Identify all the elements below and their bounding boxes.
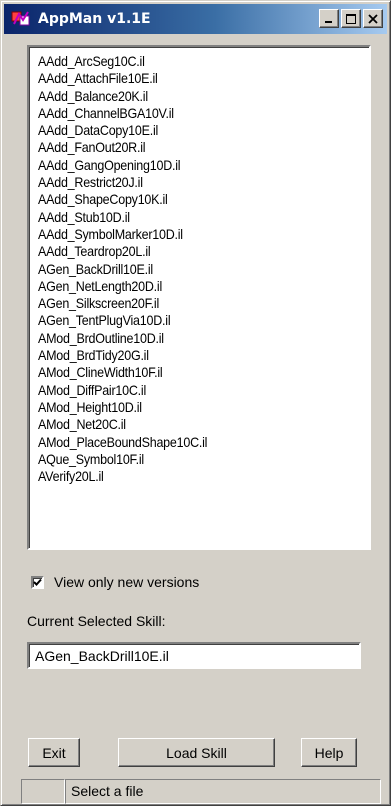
skill-file-list[interactable]: AAdd_ArcSeg10C.il AAdd_AttachFile10E.il AA… — [27, 45, 371, 550]
list-item[interactable]: AAdd_ArcSeg10C.il — [38, 53, 343, 70]
list-item[interactable]: AMod_Height10D.il — [38, 399, 343, 416]
list-item[interactable]: AMod_BrdOutline10D.il — [38, 330, 343, 347]
list-item[interactable]: AMod_BrdTidy20G.il — [38, 347, 343, 364]
list-item[interactable]: AAdd_AttachFile10E.il — [38, 70, 343, 87]
list-item[interactable]: AQue_Symbol10F.il — [38, 451, 343, 468]
maximize-icon — [346, 13, 356, 24]
exit-button[interactable]: Exit — [28, 738, 80, 767]
list-item[interactable]: AAdd_GangOpening10D.il — [38, 157, 343, 174]
list-item[interactable]: AAdd_SymbolMarker10D.il — [38, 226, 343, 243]
minimize-button[interactable] — [319, 9, 339, 28]
status-bar: Select a file — [21, 779, 381, 804]
view-only-new-label[interactable]: View only new versions — [54, 574, 199, 590]
current-skill-field[interactable]: AGen_BackDrill10E.il — [27, 642, 361, 669]
minimize-icon — [325, 20, 332, 23]
list-item[interactable]: AAdd_FanOut20R.il — [38, 139, 343, 156]
status-message: Select a file — [65, 779, 381, 804]
view-only-new-checkbox[interactable] — [31, 575, 44, 589]
list-item[interactable]: AAdd_Teardrop20L.il — [38, 243, 343, 260]
checkmark-icon — [33, 578, 42, 586]
list-item[interactable]: AGen_Silkscreen20F.il — [38, 295, 343, 312]
list-item[interactable]: AAdd_Restrict20J.il — [38, 174, 343, 191]
list-item[interactable]: AGen_TentPlugVia10D.il — [38, 312, 343, 329]
close-icon — [368, 13, 378, 24]
list-item[interactable]: AAdd_ChannelBGA10V.il — [38, 105, 343, 122]
list-item[interactable]: AGen_BackDrill10E.il — [38, 261, 343, 278]
close-button[interactable] — [363, 9, 383, 28]
window-controls — [317, 9, 383, 28]
appman-app-icon[interactable] — [10, 8, 32, 30]
list-item[interactable]: AAdd_ShapeCopy10K.il — [38, 191, 343, 208]
list-item[interactable]: AMod_DiffPair10C.il — [38, 382, 343, 399]
list-item[interactable]: AAdd_DataCopy10E.il — [38, 122, 343, 139]
view-only-new-option[interactable]: View only new versions — [31, 574, 199, 590]
maximize-button[interactable] — [341, 9, 361, 28]
current-skill-label: Current Selected Skill: — [27, 613, 166, 629]
list-item[interactable]: AMod_ClineWidth10F.il — [38, 364, 343, 381]
load-skill-button[interactable]: Load Skill — [118, 738, 275, 767]
title-bar[interactable]: AppMan v1.1E — [4, 4, 387, 34]
list-item[interactable]: AMod_PlaceBoundShape10C.il — [38, 434, 343, 451]
list-item[interactable]: AMod_Net20C.il — [38, 416, 343, 433]
status-pane-blank — [21, 779, 65, 804]
help-button[interactable]: Help — [301, 738, 357, 767]
window-title: AppMan v1.1E — [38, 11, 151, 27]
list-item[interactable]: AAdd_Stub10D.il — [38, 209, 343, 226]
list-item[interactable]: AAdd_Balance20K.il — [38, 88, 343, 105]
app-window: AppMan v1.1E AAdd_ArcSeg10C.il AAdd_Attac… — [0, 0, 391, 806]
list-item[interactable]: AGen_NetLength20D.il — [38, 278, 343, 295]
list-item[interactable]: AVerify20L.il — [38, 468, 343, 485]
